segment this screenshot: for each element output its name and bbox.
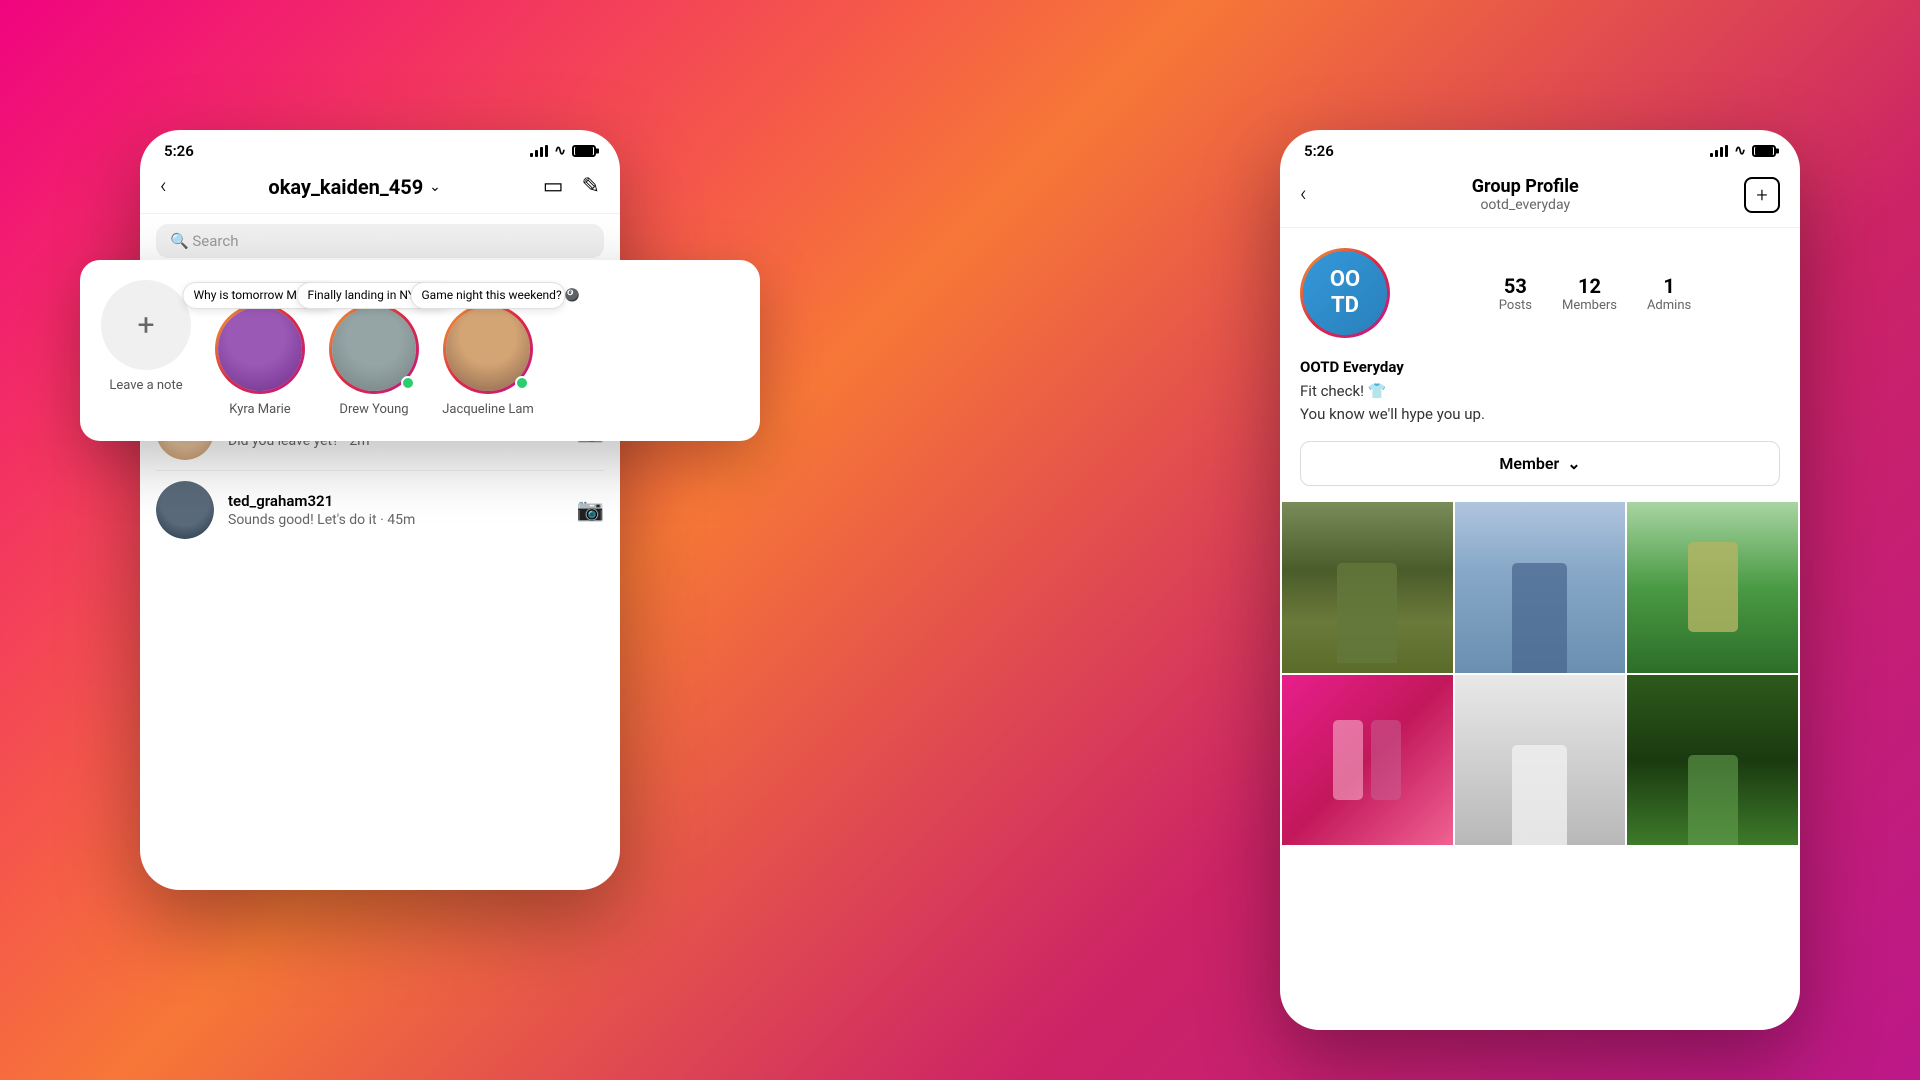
chat-username[interactable]: okay_kaiden_459 ⌄ — [268, 175, 441, 199]
signal-bar-r4 — [1725, 145, 1728, 157]
battery-icon-right — [1752, 145, 1776, 157]
battery-icon-left — [572, 145, 596, 157]
photo-cell-6[interactable] — [1627, 675, 1798, 846]
story-avatar-drew-wrap: Finally landing in NYC! ❤️ — [329, 304, 419, 394]
dropdown-chevron: ⌄ — [429, 179, 441, 195]
group-header-center: Group Profile ootd_everyday — [1472, 176, 1579, 213]
story-item-kyra[interactable]: Why is tomorrow Monday!? 😩 Kyra Marie — [210, 304, 310, 417]
time-left: 5:26 — [164, 142, 194, 160]
add-members-button[interactable]: + — [1744, 177, 1780, 213]
group-bio-name: OOTD Everyday — [1300, 358, 1780, 376]
story-name-jacq: Jacqueline Lam — [442, 402, 534, 417]
member-label: Member — [1499, 454, 1559, 473]
signal-bar-4 — [545, 145, 548, 157]
photo-cell-4[interactable] — [1282, 675, 1453, 846]
member-button[interactable]: Member ⌄ — [1300, 441, 1780, 486]
search-placeholder: 🔍 Search — [170, 232, 238, 250]
photo-grid — [1280, 502, 1800, 845]
online-dot-jacq — [515, 376, 529, 390]
posts-label: Posts — [1499, 298, 1532, 313]
phone-right: 5:26 ∿ ‹ Group Profile ootd_everyday + O… — [1280, 130, 1800, 1030]
story-avatar-self: + — [101, 280, 191, 370]
signal-bar-r3 — [1720, 147, 1723, 157]
video-call-icon[interactable]: ▭ — [543, 174, 564, 199]
photo-cell-5[interactable] — [1455, 675, 1626, 846]
avatar-ted — [156, 481, 214, 539]
story-name-drew: Drew Young — [339, 402, 408, 417]
photo-cell-2[interactable] — [1455, 502, 1626, 673]
story-avatar-kyra-wrap: Why is tomorrow Monday!? 😩 — [215, 304, 305, 394]
wifi-icon-right: ∿ — [1734, 143, 1746, 159]
posts-count: 53 — [1499, 274, 1532, 298]
edit-icon[interactable]: ✎ — [582, 174, 600, 199]
wifi-icon-left: ∿ — [554, 143, 566, 159]
battery-fill-left — [575, 147, 593, 155]
signal-bar-2 — [535, 150, 538, 157]
story-avatar-kyra — [215, 304, 305, 394]
back-button-left[interactable]: ‹ — [160, 174, 167, 199]
admins-label: Admins — [1647, 298, 1691, 313]
phone-left: 5:26 ∿ ‹ okay_kaiden_459 ⌄ ▭ ✎ 🔍 Searc — [140, 130, 620, 890]
group-bio-line1: Fit check! 👕 — [1300, 380, 1780, 403]
story-note-jacq: Game night this weekend? 🎱 — [411, 282, 566, 309]
group-stats: OO TD 53 Posts 12 Members 1 Admins — [1280, 228, 1800, 358]
photo-cell-1[interactable] — [1282, 502, 1453, 673]
group-header: ‹ Group Profile ootd_everyday + — [1280, 166, 1800, 228]
members-label: Members — [1562, 298, 1617, 313]
signal-bars-right — [1710, 145, 1728, 157]
camera-icon-3[interactable]: 📷 — [577, 498, 604, 523]
stories-card: + Leave a note Why is tomorrow Monday!? … — [80, 260, 760, 441]
signal-bars-left — [530, 145, 548, 157]
group-avatar-text: OO TD — [1330, 267, 1360, 320]
status-icons-right: ∿ — [1710, 143, 1776, 159]
preview-3: Sounds good! Let's do it · 45m — [228, 512, 563, 528]
story-item-drew[interactable]: Finally landing in NYC! ❤️ Drew Young — [324, 304, 424, 417]
online-dot-drew — [401, 376, 415, 390]
status-bar-right: 5:26 ∿ — [1280, 130, 1800, 166]
battery-fill-right — [1755, 147, 1773, 155]
group-subtitle: ootd_everyday — [1472, 197, 1579, 213]
header-icons: ▭ ✎ — [543, 174, 600, 199]
status-icons-left: ∿ — [530, 143, 596, 159]
story-avatar-jacq-wrap: Game night this weekend? 🎱 — [443, 304, 533, 394]
admins-count: 1 — [1647, 274, 1691, 298]
stories-row: + Leave a note Why is tomorrow Monday!? … — [96, 280, 744, 421]
signal-bar-3 — [540, 147, 543, 157]
add-story-button[interactable]: + — [101, 280, 191, 370]
story-name-kyra: Kyra Marie — [229, 402, 290, 417]
stat-posts: 53 Posts — [1499, 274, 1532, 313]
stat-members: 12 Members — [1562, 274, 1617, 313]
photo-cell-3[interactable] — [1627, 502, 1798, 673]
search-bar[interactable]: 🔍 Search — [156, 224, 604, 258]
stat-admins: 1 Admins — [1647, 274, 1691, 313]
group-numbers: 53 Posts 12 Members 1 Admins — [1410, 274, 1780, 313]
signal-bar-r2 — [1715, 150, 1718, 157]
message-info-3: ted_graham321 Sounds good! Let's do it ·… — [228, 492, 563, 528]
message-actions-3: 📷 — [577, 498, 604, 523]
signal-bar-r1 — [1710, 153, 1713, 157]
member-chevron: ⌄ — [1567, 454, 1580, 473]
signal-bar-1 — [530, 153, 533, 157]
chat-header: ‹ okay_kaiden_459 ⌄ ▭ ✎ — [140, 166, 620, 214]
message-item-3[interactable]: ted_graham321 Sounds good! Let's do it ·… — [156, 471, 604, 549]
members-count: 12 — [1562, 274, 1617, 298]
group-title: Group Profile — [1472, 176, 1579, 197]
story-name-self: Leave a note — [109, 378, 182, 393]
status-bar-left: 5:26 ∿ — [140, 130, 620, 166]
username-3: ted_graham321 — [228, 492, 563, 510]
group-avatar: OO TD — [1300, 248, 1390, 338]
story-item-jacq[interactable]: Game night this weekend? 🎱 Jacqueline La… — [438, 304, 538, 417]
group-bio-line2: You know we'll hype you up. — [1300, 403, 1780, 426]
back-button-right[interactable]: ‹ — [1300, 182, 1307, 207]
group-bio: OOTD Everyday Fit check! 👕 You know we'l… — [1280, 358, 1800, 441]
story-item-self[interactable]: + Leave a note — [96, 280, 196, 393]
time-right: 5:26 — [1304, 142, 1334, 160]
